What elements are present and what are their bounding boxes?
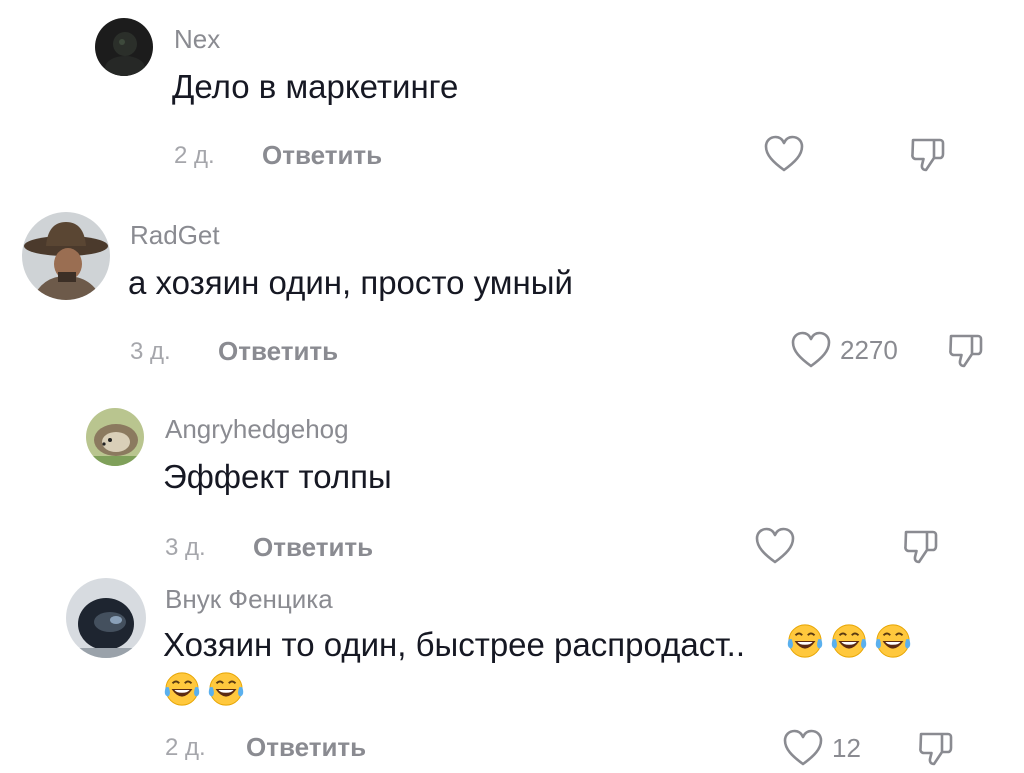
comment-username[interactable]: Angryhedgehog <box>165 414 349 445</box>
tears-of-joy-emoji-icon <box>208 672 244 706</box>
like-count: 12 <box>832 732 861 763</box>
like-button[interactable] <box>754 526 796 566</box>
heart-icon <box>783 729 823 766</box>
comment-time: 3 д. <box>130 338 171 365</box>
reply-button[interactable]: Ответить <box>218 336 338 367</box>
tears-of-joy-emoji-icon <box>875 624 911 658</box>
heart-icon <box>791 331 831 368</box>
comment-text: Хозяин то один, быстрее распродаст.. <box>163 626 746 663</box>
comment-item: Angryhedgehog Эффект толпы 3 д. Ответить <box>0 390 1024 570</box>
like-button[interactable] <box>763 134 805 174</box>
comment-text: Дело в маркетинге <box>172 68 459 105</box>
heart-icon <box>755 527 795 564</box>
heart-icon <box>764 135 804 172</box>
comment-text: Эффект толпы <box>163 458 392 495</box>
like-button[interactable]: 2270 <box>790 330 898 370</box>
like-count: 2270 <box>840 334 898 365</box>
comment-time: 2 д. <box>165 734 206 761</box>
thumbs-down-icon <box>911 138 945 172</box>
like-button[interactable]: 12 <box>782 728 861 768</box>
comment-item: Nex Дело в маркетинге 2 д. Ответить <box>0 0 1024 190</box>
reply-button[interactable]: Ответить <box>262 140 382 171</box>
avatar[interactable] <box>22 212 110 300</box>
avatar[interactable] <box>86 408 144 466</box>
comment-time: 2 д. <box>174 142 215 169</box>
thumbs-down-icon <box>904 530 938 564</box>
comment-item: Внук Фенцика Хозяин то один, быстрее рас… <box>0 570 1024 768</box>
thumbs-down-icon <box>949 334 983 368</box>
dislike-button[interactable] <box>915 728 955 773</box>
dislike-button[interactable] <box>945 330 985 375</box>
reply-button[interactable]: Ответить <box>253 532 373 563</box>
tears-of-joy-emoji-icon <box>164 672 200 706</box>
reply-button[interactable]: Ответить <box>246 732 366 763</box>
comment-username[interactable]: Внук Фенцика <box>165 584 333 615</box>
comment-username[interactable]: RadGet <box>130 220 220 251</box>
emoji-row-1 <box>786 622 912 660</box>
tears-of-joy-emoji-icon <box>787 624 823 658</box>
tears-of-joy-emoji-icon <box>831 624 867 658</box>
comment-time: 3 д. <box>165 534 206 561</box>
comment-username[interactable]: Nex <box>174 24 220 55</box>
avatar[interactable] <box>66 578 146 658</box>
thumbs-down-icon <box>919 732 953 766</box>
avatar[interactable] <box>95 18 153 76</box>
comment-item: RadGet а хозяин один, просто умный 3 д. … <box>0 190 1024 390</box>
emoji-row-2 <box>163 670 245 708</box>
dislike-button[interactable] <box>900 526 940 571</box>
dislike-button[interactable] <box>907 134 947 179</box>
comment-text: а хозяин один, просто умный <box>128 264 573 301</box>
